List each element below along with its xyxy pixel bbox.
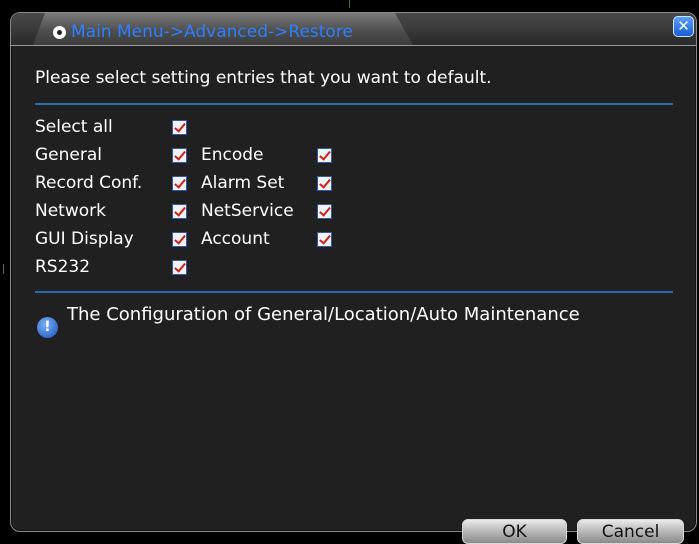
- netservice-label: NetService: [201, 201, 294, 221]
- instruction-text: Please select setting entries that you w…: [35, 68, 492, 88]
- encode-label: Encode: [201, 145, 264, 165]
- rs232-checkbox[interactable]: [172, 260, 187, 275]
- title-bar[interactable]: Main Menu->Advanced->Restore ✕: [11, 13, 696, 46]
- dialog-title: Main Menu->Advanced->Restore: [71, 22, 353, 42]
- close-button[interactable]: ✕: [673, 16, 694, 37]
- account-checkbox[interactable]: [317, 232, 332, 247]
- general-checkbox[interactable]: [172, 148, 187, 163]
- cancel-button[interactable]: Cancel: [577, 519, 684, 544]
- record-conf-checkbox[interactable]: [172, 176, 187, 191]
- menu-dot-icon: [53, 26, 66, 39]
- gui-display-label: GUI Display: [35, 229, 134, 249]
- netservice-checkbox[interactable]: [317, 204, 332, 219]
- middle-divider: [35, 291, 673, 293]
- top-divider: [35, 103, 673, 105]
- alarm-set-label: Alarm Set: [201, 173, 285, 193]
- info-description: The Configuration of General/Location/Au…: [67, 304, 580, 325]
- select-all-checkbox[interactable]: [172, 120, 187, 135]
- general-label: General: [35, 145, 102, 165]
- background-tick: [3, 264, 4, 274]
- account-label: Account: [201, 229, 270, 249]
- info-icon: !: [37, 317, 58, 338]
- encode-checkbox[interactable]: [317, 148, 332, 163]
- select-all-label: Select all: [35, 117, 113, 137]
- gui-display-checkbox[interactable]: [172, 232, 187, 247]
- network-label: Network: [35, 201, 106, 221]
- network-checkbox[interactable]: [172, 204, 187, 219]
- alarm-set-checkbox[interactable]: [317, 176, 332, 191]
- record-conf-label: Record Conf.: [35, 173, 143, 193]
- background-guide-line: [349, 0, 350, 8]
- rs232-label: RS232: [35, 257, 91, 277]
- restore-dialog: Main Menu->Advanced->Restore ✕ Please se…: [10, 12, 697, 544]
- ok-button[interactable]: OK: [462, 519, 567, 544]
